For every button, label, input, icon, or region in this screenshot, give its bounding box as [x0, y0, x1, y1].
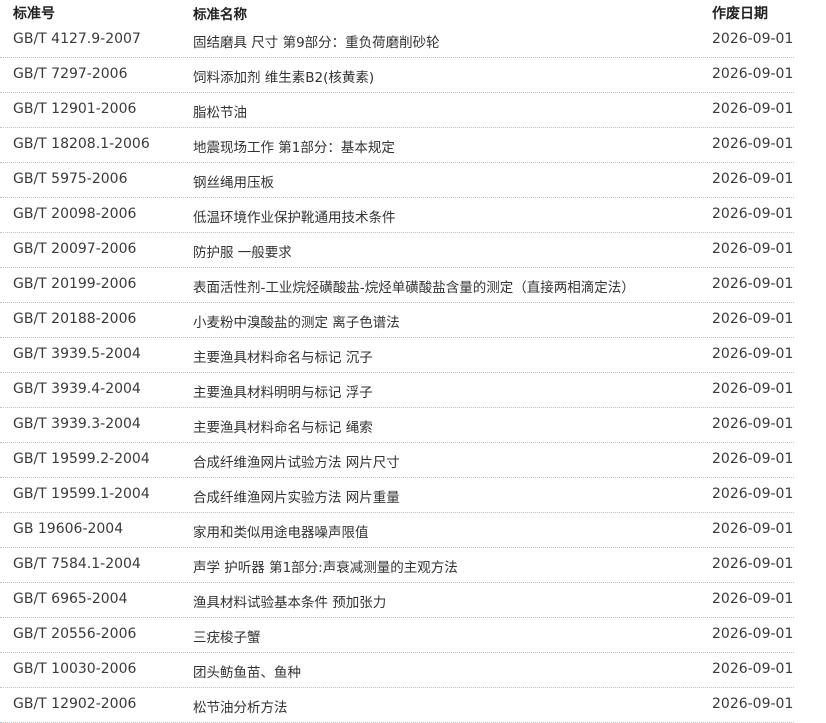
standard-name-link[interactable]: 小麦粉中溴酸盐的测定 离子色谱法 — [193, 311, 400, 331]
abolish-date: 2026-09-01 — [712, 31, 794, 47]
standard-code: GB/T 3939.5-2004 — [13, 346, 141, 362]
standard-name-link[interactable]: 脂松节油 — [193, 101, 247, 121]
abolish-date: 2026-09-01 — [712, 101, 794, 117]
standard-code: GB/T 18208.1-2006 — [13, 136, 150, 152]
standard-code: GB/T 20556-2006 — [13, 626, 137, 642]
abolish-date: 2026-09-01 — [712, 696, 794, 712]
abolish-date: 2026-09-01 — [712, 486, 794, 502]
abolish-date: 2026-09-01 — [712, 591, 794, 607]
table-header: 标准号 标准名称 作废日期 — [0, 0, 794, 23]
table-row: GB/T 18208.1-2006 地震现场工作 第1部分：基本规定 2026-09… — [0, 128, 794, 163]
standard-name-link[interactable]: 主要渔具材料命名与标记 绳索 — [193, 416, 373, 436]
table-row: GB/T 6965-2004 渔具材料试验基本条件 预加张力 2026-09-01 — [0, 583, 794, 618]
abolish-date: 2026-09-01 — [712, 556, 794, 572]
table-row: GB/T 3939.4-2004 主要渔具材料明明与标记 浮子 2026-09-01 — [0, 373, 794, 408]
standard-name-link[interactable]: 饲料添加剂 维生素B2(核黄素) — [193, 66, 374, 86]
table-row: GB/T 20098-2006 低温环境作业保护靴通用技术条件 2026-09-01 — [0, 198, 794, 233]
table-row: GB/T 19599.1-2004 合成纤维渔网片实验方法 网片重量 2026-09… — [0, 478, 794, 513]
standard-code: GB/T 20188-2006 — [13, 311, 137, 327]
standard-code: GB/T 7297-2006 — [13, 66, 128, 82]
abolish-date: 2026-09-01 — [712, 136, 794, 152]
standard-code: GB/T 20098-2006 — [13, 206, 137, 222]
standard-code: GB/T 5975-2006 — [13, 171, 128, 187]
abolish-date: 2026-09-01 — [712, 416, 794, 432]
standard-name-link[interactable]: 合成纤维渔网片试验方法 网片尺寸 — [193, 451, 400, 471]
abolish-date: 2026-09-01 — [712, 661, 794, 677]
table-row: GB/T 20188-2006 小麦粉中溴酸盐的测定 离子色谱法 2026-09-0… — [0, 303, 794, 338]
standard-code: GB/T 19599.1-2004 — [13, 486, 150, 502]
standard-code: GB 19606-2004 — [13, 521, 124, 537]
table-row: GB/T 10030-2006 团头鲂鱼苗、鱼种 2026-09-01 — [0, 653, 794, 688]
table-row: GB 19606-2004 家用和类似用途电器噪声限值 2026-09-01 — [0, 513, 794, 548]
abolish-date: 2026-09-01 — [712, 521, 794, 537]
standard-code: GB/T 20199-2006 — [13, 276, 137, 292]
table-row: GB/T 7297-2006 饲料添加剂 维生素B2(核黄素) 2026-09-01 — [0, 58, 794, 93]
standard-code: GB/T 10030-2006 — [13, 661, 137, 677]
header-code: 标准号 — [13, 6, 55, 22]
abolish-date: 2026-09-01 — [712, 381, 794, 397]
table-row: GB/T 5975-2006 钢丝绳用压板 2026-09-01 — [0, 163, 794, 198]
standard-name-link[interactable]: 主要渔具材料命名与标记 沉子 — [193, 346, 373, 366]
standard-code: GB/T 4127.9-2007 — [13, 31, 141, 47]
table-row: GB/T 20199-2006 表面活性剂-工业烷烃磺酸盐-烷烃单磺酸盐含量的测定… — [0, 268, 794, 303]
abolish-date: 2026-09-01 — [712, 311, 794, 327]
table-row: GB/T 20556-2006 三疣梭子蟹 2026-09-01 — [0, 618, 794, 653]
header-date: 作废日期 — [712, 6, 768, 22]
standard-name-link[interactable]: 声学 护听器 第1部分:声衰减测量的主观方法 — [193, 556, 458, 576]
standard-name-link[interactable]: 低温环境作业保护靴通用技术条件 — [193, 206, 396, 226]
standard-name-link[interactable]: 三疣梭子蟹 — [193, 626, 261, 646]
abolish-date: 2026-09-01 — [712, 206, 794, 222]
standard-code: GB/T 3939.4-2004 — [13, 381, 141, 397]
abolish-date: 2026-09-01 — [712, 346, 794, 362]
standard-name-link[interactable]: 主要渔具材料明明与标记 浮子 — [193, 381, 373, 401]
table-row: GB/T 19599.2-2004 合成纤维渔网片试验方法 网片尺寸 2026-09… — [0, 443, 794, 478]
standard-code: GB/T 6965-2004 — [13, 591, 128, 607]
standard-code: GB/T 20097-2006 — [13, 241, 137, 257]
standard-code: GB/T 12901-2006 — [13, 101, 137, 117]
abolish-date: 2026-09-01 — [712, 66, 794, 82]
standard-code: GB/T 12902-2006 — [13, 696, 137, 712]
standard-code: GB/T 7584.1-2004 — [13, 556, 141, 572]
standard-code: GB/T 3939.3-2004 — [13, 416, 141, 432]
table-body: GB/T 4127.9-2007 固结磨具 尺寸 第9部分：重负荷磨削砂轮 2026… — [0, 23, 794, 723]
standard-name-link[interactable]: 团头鲂鱼苗、鱼种 — [193, 661, 301, 681]
abolish-date: 2026-09-01 — [712, 626, 794, 642]
standard-name-link[interactable]: 家用和类似用途电器噪声限值 — [193, 521, 369, 541]
standard-name-link[interactable]: 钢丝绳用压板 — [193, 171, 274, 191]
table-row: GB/T 12901-2006 脂松节油 2026-09-01 — [0, 93, 794, 128]
standards-table: 标准号 标准名称 作废日期 GB/T 4127.9-2007 固结磨具 尺寸 第9… — [0, 0, 794, 723]
standard-code: GB/T 19599.2-2004 — [13, 451, 150, 467]
abolish-date: 2026-09-01 — [712, 451, 794, 467]
table-row: GB/T 12902-2006 松节油分析方法 2026-09-01 — [0, 688, 794, 723]
abolish-date: 2026-09-01 — [712, 276, 794, 292]
table-row: GB/T 20097-2006 防护服 一般要求 2026-09-01 — [0, 233, 794, 268]
standard-name-link[interactable]: 松节油分析方法 — [193, 696, 288, 716]
abolish-date: 2026-09-01 — [712, 171, 794, 187]
standard-name-link[interactable]: 表面活性剂-工业烷烃磺酸盐-烷烃单磺酸盐含量的测定（直接两相滴定法） — [193, 276, 635, 296]
standard-name-link[interactable]: 固结磨具 尺寸 第9部分：重负荷磨削砂轮 — [193, 31, 440, 51]
table-row: GB/T 3939.3-2004 主要渔具材料命名与标记 绳索 2026-09-01 — [0, 408, 794, 443]
standard-name-link[interactable]: 地震现场工作 第1部分：基本规定 — [193, 136, 395, 156]
table-row: GB/T 7584.1-2004 声学 护听器 第1部分:声衰减测量的主观方法 20… — [0, 548, 794, 583]
abolish-date: 2026-09-01 — [712, 241, 794, 257]
table-row: GB/T 3939.5-2004 主要渔具材料命名与标记 沉子 2026-09-01 — [0, 338, 794, 373]
header-name: 标准名称 — [193, 7, 247, 23]
standard-name-link[interactable]: 合成纤维渔网片实验方法 网片重量 — [193, 486, 400, 506]
standard-name-link[interactable]: 渔具材料试验基本条件 预加张力 — [193, 591, 386, 611]
table-row: GB/T 4127.9-2007 固结磨具 尺寸 第9部分：重负荷磨削砂轮 2026… — [0, 23, 794, 58]
standard-name-link[interactable]: 防护服 一般要求 — [193, 241, 292, 261]
